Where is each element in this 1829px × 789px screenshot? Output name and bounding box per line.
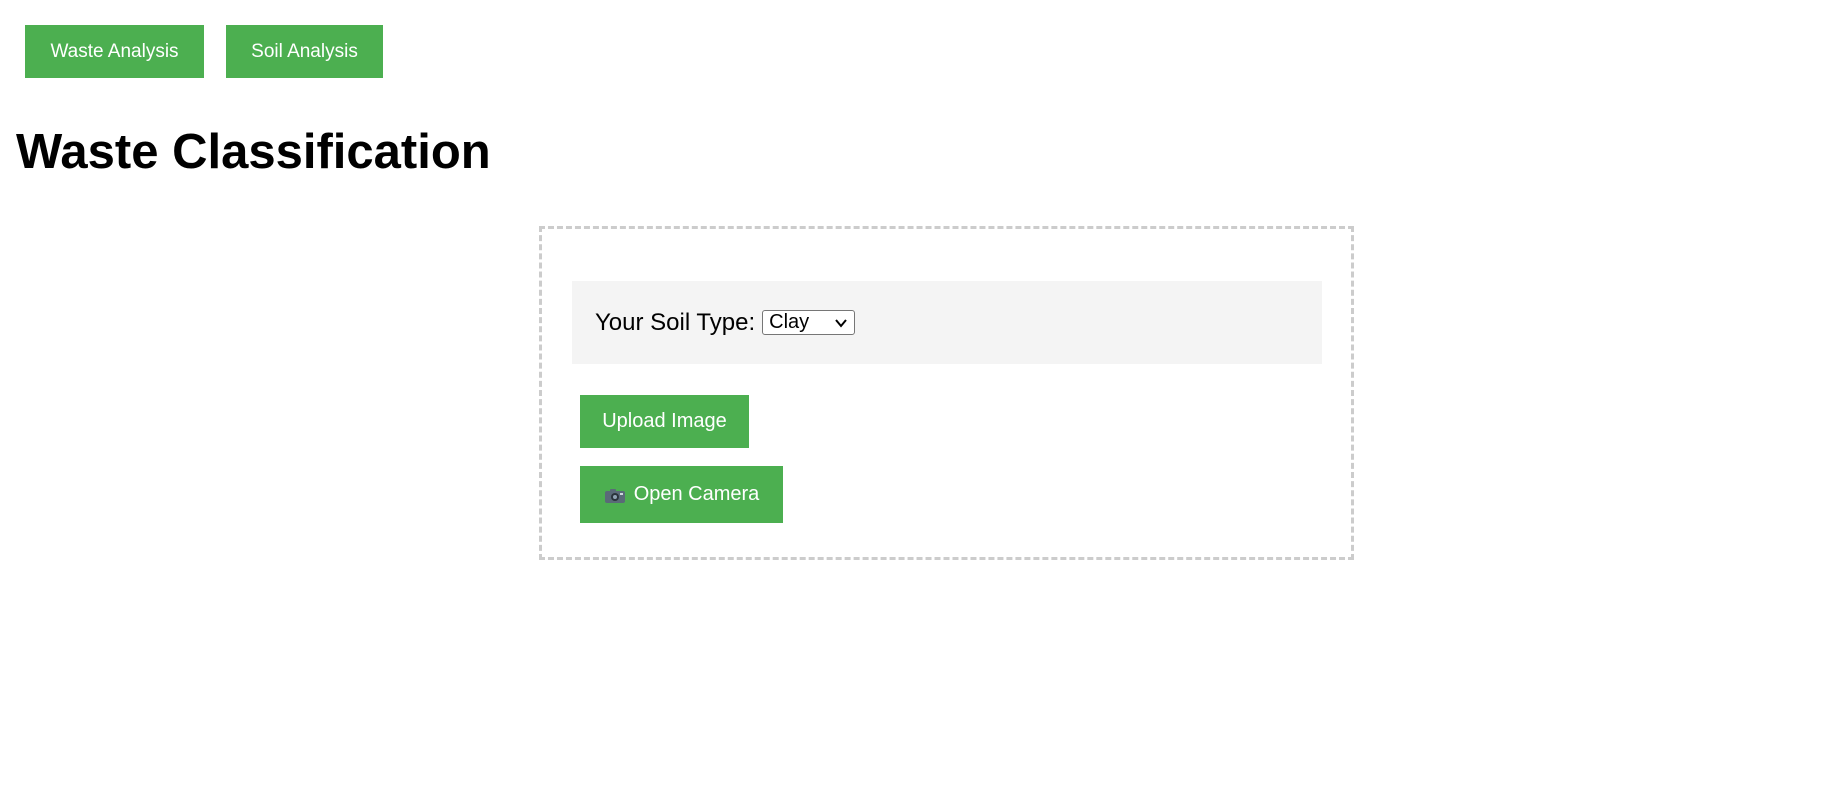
open-camera-button[interactable]: Open Camera <box>580 466 783 523</box>
upload-image-button[interactable]: Upload Image <box>580 395 749 448</box>
waste-analysis-button[interactable]: Waste Analysis <box>25 25 204 78</box>
upload-container: Your Soil Type: Clay Upload Image Open C… <box>539 226 1354 560</box>
soil-type-panel: Your Soil Type: Clay <box>572 281 1322 364</box>
soil-analysis-button[interactable]: Soil Analysis <box>226 25 383 78</box>
soil-type-select[interactable]: Clay <box>762 310 856 335</box>
chevron-down-icon <box>835 318 847 328</box>
page-title: Waste Classification <box>16 125 491 179</box>
open-camera-label: Open Camera <box>633 483 760 505</box>
camera-icon <box>604 488 625 503</box>
upload-image-label: Upload Image <box>602 410 727 432</box>
soil-type-selected-value: Clay <box>769 311 810 333</box>
soil-type-label: Your Soil Type: <box>595 308 756 336</box>
